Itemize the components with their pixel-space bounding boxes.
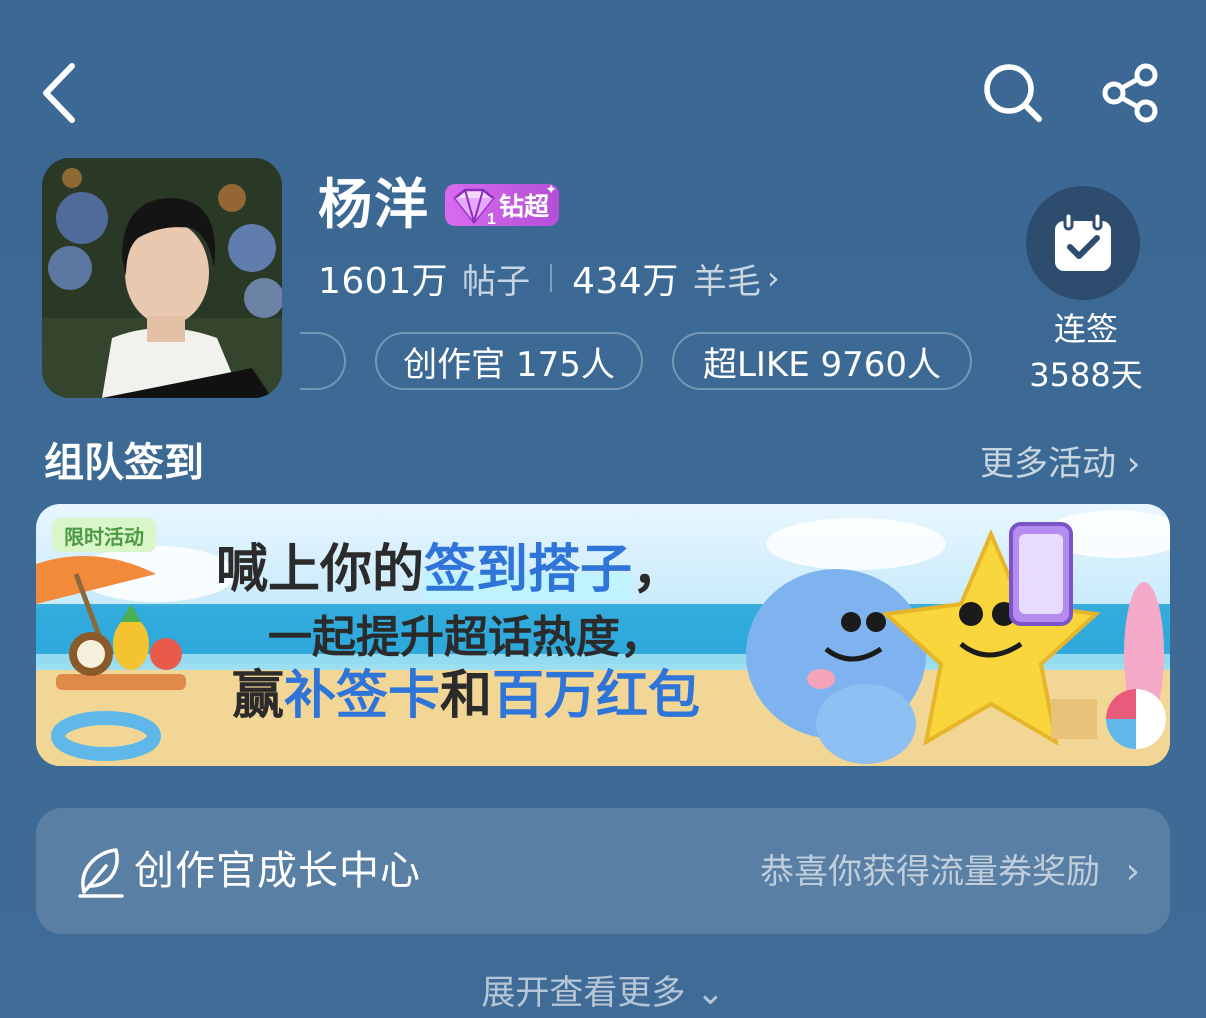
banner-line-1-post: ， [632,540,685,600]
search-button[interactable] [978,60,1048,126]
checkin-button[interactable] [1026,186,1140,300]
posts-count: 1601万 [318,261,449,302]
pill-partial[interactable] [300,332,346,390]
fans-label[interactable]: 羊毛 [693,254,761,303]
share-button[interactable] [1096,60,1166,126]
more-activities-link[interactable]: 更多活动 › [980,440,1140,488]
chevron-right-icon: › [1125,851,1140,892]
banner-line-3-a: 赢 [232,666,285,726]
calendar-check-icon [1055,212,1111,271]
banner-line-1: 喊上你的签到搭子， [216,540,684,600]
creator-center-message: 恭喜你获得流量券奖励 [760,852,1100,892]
chevron-left-icon [43,63,75,123]
badge-label: 钻超 [499,192,550,221]
stats-row: 1601万 帖子 434万 羊毛 › [318,252,780,304]
banner-line-1-highlight: 签到搭子 [424,540,633,600]
banner-line-2: 一起提升超话热度， [268,612,664,663]
banner-line-3: 赢补签卡和百万红包 [232,670,700,722]
banner-line-3-b: 补签卡 [284,666,441,726]
fans-count[interactable]: 434万 [572,252,679,304]
banner-line-3-d: 百万红包 [492,666,701,726]
checkin-days: 3588天 [1029,356,1143,394]
banner-line-1-pre: 喊上你的 [216,540,425,600]
page-title: 杨洋 [318,173,430,236]
chevron-right-icon: › [766,259,780,297]
creator-center-title: 创作官成长中心 [134,848,421,894]
team-checkin-banner[interactable]: 限时活动 喊上你的签到搭子， 一起提升超话热度， 赢补签卡和百万红包 [36,504,1170,766]
banner-line-3-c: 和 [440,666,493,726]
limited-time-tag: 限时活动 [52,518,156,552]
section-title: 组队签到 [44,440,204,486]
expand-more-button[interactable]: 展开查看更多 ⌄ [0,968,1206,1018]
checkin-label: 连签 [1053,310,1118,348]
back-button[interactable] [30,60,86,126]
diamond-icon: 1 [453,188,496,226]
diamond-super-badge[interactable]: 1 钻超 ✦ [445,182,560,226]
divider [550,264,553,292]
creator-count-pill[interactable]: 创作官 175人 [375,332,643,390]
share-icon [1102,63,1158,123]
badge-level: 1 [487,211,496,226]
avatar-photo [42,158,282,398]
superlike-count-pill[interactable]: 超LIKE 9760人 [672,332,972,390]
search-icon [984,64,1042,122]
creator-growth-center-card[interactable]: 创作官成长中心 恭喜你获得流量券奖励 › [36,808,1170,934]
posts-label: 帖子 [462,261,531,302]
avatar[interactable] [42,158,282,398]
sparkle-icon: ✦ [545,182,558,198]
creator-quill-icon [78,848,124,898]
